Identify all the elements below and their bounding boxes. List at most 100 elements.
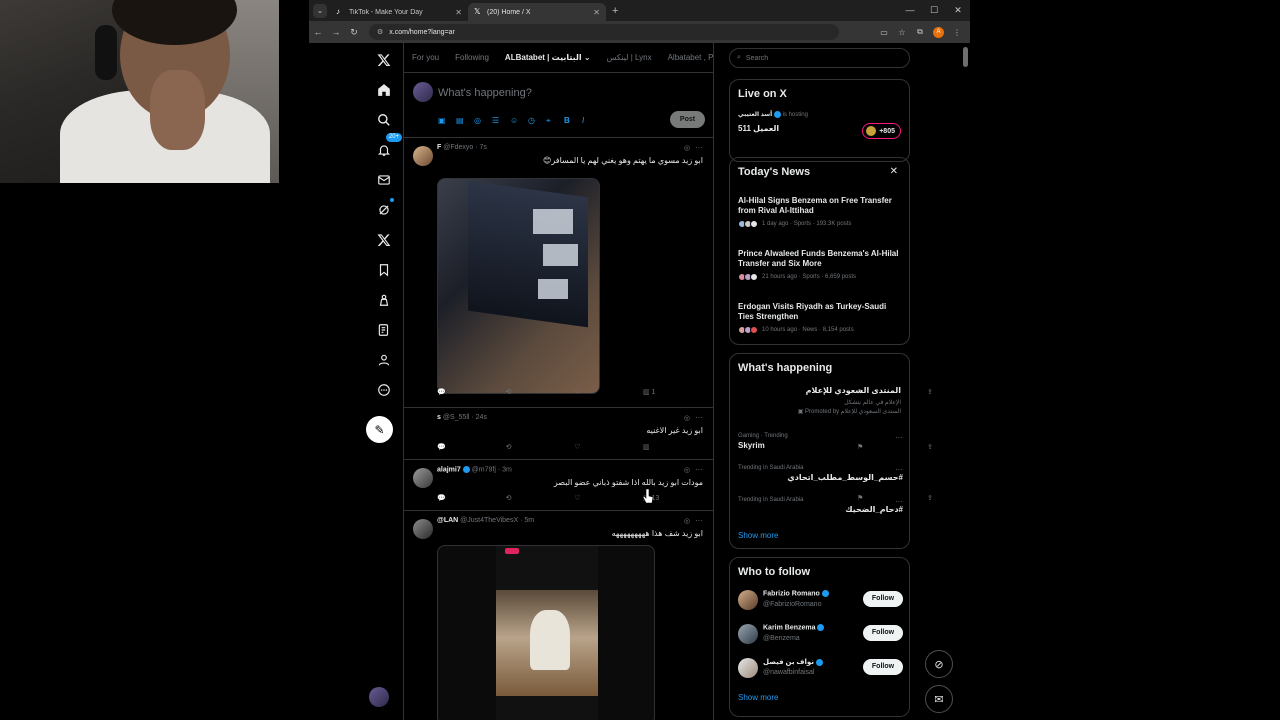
- trend-item[interactable]: Gaming · Trending Skyrim ···: [738, 433, 903, 450]
- more-dots-icon[interactable]: ···: [695, 516, 703, 525]
- tweet-avatar[interactable]: [413, 416, 433, 436]
- follow-avatar[interactable]: [738, 590, 758, 610]
- close-tab-icon[interactable]: ✕: [455, 8, 462, 17]
- tweet-time[interactable]: · 24s: [471, 414, 487, 421]
- close-tab-icon[interactable]: ✕: [593, 8, 600, 17]
- retweet-icon[interactable]: ⟲: [506, 388, 566, 396]
- tweet-time[interactable]: · 3m: [498, 466, 512, 473]
- site-info-icon[interactable]: ⚙: [377, 28, 383, 36]
- follow-button[interactable]: Follow: [863, 625, 903, 641]
- forward-icon[interactable]: →: [327, 27, 345, 37]
- reply-icon[interactable]: 💬: [437, 388, 497, 396]
- tab-search-icon[interactable]: ⌄: [313, 3, 327, 18]
- address-bar[interactable]: ⚙ x.com/home?lang=ar: [369, 24, 839, 40]
- like-icon[interactable]: ♡: [574, 494, 634, 502]
- tweet-author-name[interactable]: F: [437, 144, 441, 151]
- follow-avatar[interactable]: [738, 624, 758, 644]
- gif-icon[interactable]: ▤: [456, 116, 474, 126]
- retweet-icon[interactable]: ⟲: [506, 494, 566, 502]
- tweet[interactable]: F @Fdexyo · 7s ◎ ··· ابو زيد مسوي ما يهت…: [404, 138, 933, 408]
- news-item[interactable]: Prince Alwaleed Funds Benzema's Al-Hilal…: [738, 249, 903, 281]
- tweet-video[interactable]: [437, 545, 655, 720]
- more-dots-icon[interactable]: ···: [695, 465, 703, 474]
- home-icon[interactable]: [369, 75, 399, 105]
- page-scrollbar[interactable]: [963, 47, 968, 67]
- tweet-time[interactable]: · 5m: [520, 517, 534, 524]
- jobs-icon[interactable]: [369, 285, 399, 315]
- follow-suggestion[interactable]: Fabrizio Romano @FabrizioRomano Follow: [738, 588, 903, 614]
- tweet[interactable]: @LAN @Just4TheVibesX · 5m ◎ ··· ابو زيد …: [404, 511, 713, 720]
- promoted-trend[interactable]: المنتدى السعودي للإعلام الإعلام في عالم …: [798, 386, 901, 415]
- profile-avatar-icon[interactable]: A: [933, 26, 944, 38]
- follow-suggestion[interactable]: Karim Benzema @Benzema Follow: [738, 622, 903, 648]
- profile-icon[interactable]: [369, 345, 399, 375]
- grok-floating-button[interactable]: ⊘: [925, 650, 953, 678]
- tab-lynx[interactable]: لينكس | Lynx: [599, 53, 660, 62]
- like-icon[interactable]: ♡: [574, 388, 634, 396]
- tab-following[interactable]: Following: [447, 53, 497, 62]
- tab-for-you[interactable]: For you: [404, 53, 447, 62]
- tweet-image[interactable]: [437, 178, 600, 394]
- views-icon[interactable]: ▥ 1: [643, 388, 703, 396]
- explore-search-icon[interactable]: [369, 105, 399, 135]
- share-icon[interactable]: ⇪: [927, 388, 970, 396]
- follow-button[interactable]: Follow: [863, 659, 903, 675]
- messages-icon[interactable]: [369, 165, 399, 195]
- poll-icon[interactable]: ☰: [492, 116, 510, 126]
- tweet-avatar[interactable]: [413, 519, 433, 539]
- grok-icon[interactable]: ◎: [684, 466, 690, 474]
- reply-icon[interactable]: 💬: [437, 443, 497, 451]
- compose-input[interactable]: What's happening?: [438, 87, 532, 99]
- tweet-author-name[interactable]: alajmi7: [437, 466, 461, 473]
- grok-icon[interactable]: ◎: [684, 144, 690, 152]
- cast-icon[interactable]: ▭: [875, 28, 893, 37]
- more-dots-icon[interactable]: ···: [695, 413, 703, 422]
- search-input[interactable]: ⌕ Search: [729, 48, 910, 68]
- italic-icon[interactable]: I: [582, 116, 600, 126]
- follow-suggestion[interactable]: نواف بن فيصل @nawafbinfaisal Follow: [738, 656, 903, 682]
- maximize-icon[interactable]: ☐: [922, 0, 946, 21]
- emoji-icon[interactable]: ☺: [510, 116, 528, 126]
- bookmark-star-icon[interactable]: ☆: [893, 28, 911, 37]
- reply-icon[interactable]: 💬: [437, 494, 497, 502]
- tab-x-home[interactable]: 𝕏 (20) Home / X ✕: [468, 3, 606, 21]
- reload-icon[interactable]: ↻: [345, 27, 363, 38]
- close-icon[interactable]: ✕: [890, 166, 898, 177]
- show-more-link[interactable]: Show more: [738, 531, 778, 540]
- show-more-link[interactable]: Show more: [738, 693, 778, 702]
- live-space-title[interactable]: العميل 511: [738, 124, 779, 133]
- back-icon[interactable]: ←: [309, 27, 327, 37]
- tweet-avatar[interactable]: [413, 146, 433, 166]
- more-dots-icon[interactable]: ···: [895, 465, 903, 474]
- extensions-icon[interactable]: ⧉: [911, 27, 929, 37]
- grok-icon[interactable]: ◎: [684, 414, 690, 422]
- tab-albatabet-pe[interactable]: Albatabet , Pe: [660, 53, 713, 62]
- like-icon[interactable]: ♡: [574, 443, 634, 451]
- tab-albatabet[interactable]: ALBatabet | البتابيت ⌄: [497, 53, 599, 62]
- more-dots-icon[interactable]: ···: [695, 143, 703, 152]
- more-options-icon[interactable]: [369, 375, 399, 405]
- compose-post-button[interactable]: ✎: [366, 416, 393, 443]
- tweet-author-name[interactable]: @LAN: [437, 517, 458, 524]
- more-dots-icon[interactable]: ···: [895, 497, 903, 506]
- live-listeners-badge[interactable]: +805: [862, 123, 901, 139]
- follow-button[interactable]: Follow: [863, 591, 903, 607]
- x-logo-icon[interactable]: [369, 45, 399, 75]
- bookmarks-icon[interactable]: [369, 255, 399, 285]
- live-on-x-card[interactable]: Live on X أسد العتيبي is hosting العميل …: [729, 79, 910, 162]
- close-window-icon[interactable]: ✕: [946, 0, 970, 21]
- schedule-icon[interactable]: ◷: [528, 116, 546, 126]
- menu-dots-icon[interactable]: ⋮: [948, 28, 966, 37]
- tweet-handle[interactable]: @Just4TheVibesX: [460, 517, 518, 524]
- trend-item[interactable]: Trending in Saudi Arabia #دحام_الضحيك ··…: [738, 497, 903, 514]
- messages-floating-button[interactable]: ✉: [925, 685, 953, 713]
- tweet-author-name[interactable]: s: [437, 414, 441, 421]
- more-dots-icon[interactable]: ···: [895, 433, 903, 442]
- premium-x-icon[interactable]: [369, 225, 399, 255]
- share-icon[interactable]: ⇪: [927, 443, 970, 451]
- grok-icon[interactable]: ◎: [474, 116, 492, 126]
- tweet[interactable]: alajmi7 @m79fj · 3m ◎ ··· مودات ابو زيد …: [404, 460, 933, 511]
- notifications-bell-icon[interactable]: 20+: [369, 133, 402, 165]
- post-button[interactable]: Post: [670, 111, 705, 128]
- image-icon[interactable]: ▣: [438, 116, 456, 126]
